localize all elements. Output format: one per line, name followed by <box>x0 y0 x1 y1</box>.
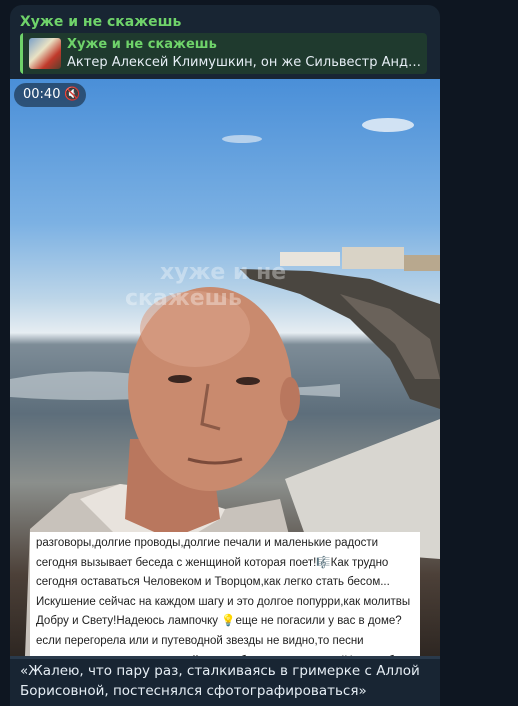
message-caption: «Жалею, что пару раз, сталкиваясь в грим… <box>20 663 420 699</box>
video-progress-bar[interactable] <box>10 656 440 659</box>
video-time-badge[interactable]: 00:40 🔇 <box>14 83 86 107</box>
reply-accent-bar <box>20 33 23 74</box>
reply-title: Хуже и не скажешь <box>67 37 217 52</box>
reply-preview[interactable]: Хуже и не скажешь Актер Алексей Климушки… <box>20 33 427 74</box>
reply-text: Актер Алексей Климушкин, он же Сильвестр… <box>67 55 422 70</box>
speaker-muted-icon[interactable]: 🔇 <box>64 87 80 102</box>
sender-name[interactable]: Хуже и не скажешь <box>20 14 181 30</box>
svg-text:скажешь: скажешь <box>125 286 242 311</box>
video-subtitles: разговоры,долгие проводы,долгие печали и… <box>30 532 420 656</box>
video-player[interactable]: хуже и не скажешь 00:40 🔇 разговоры,долг… <box>10 79 440 656</box>
video-time: 00:40 <box>23 87 61 102</box>
svg-text:хуже и не: хуже и не <box>160 260 286 285</box>
message-bubble: Хуже и не скажешь Хуже и не скажешь Акте… <box>10 5 440 706</box>
reply-thumbnail <box>29 38 61 69</box>
